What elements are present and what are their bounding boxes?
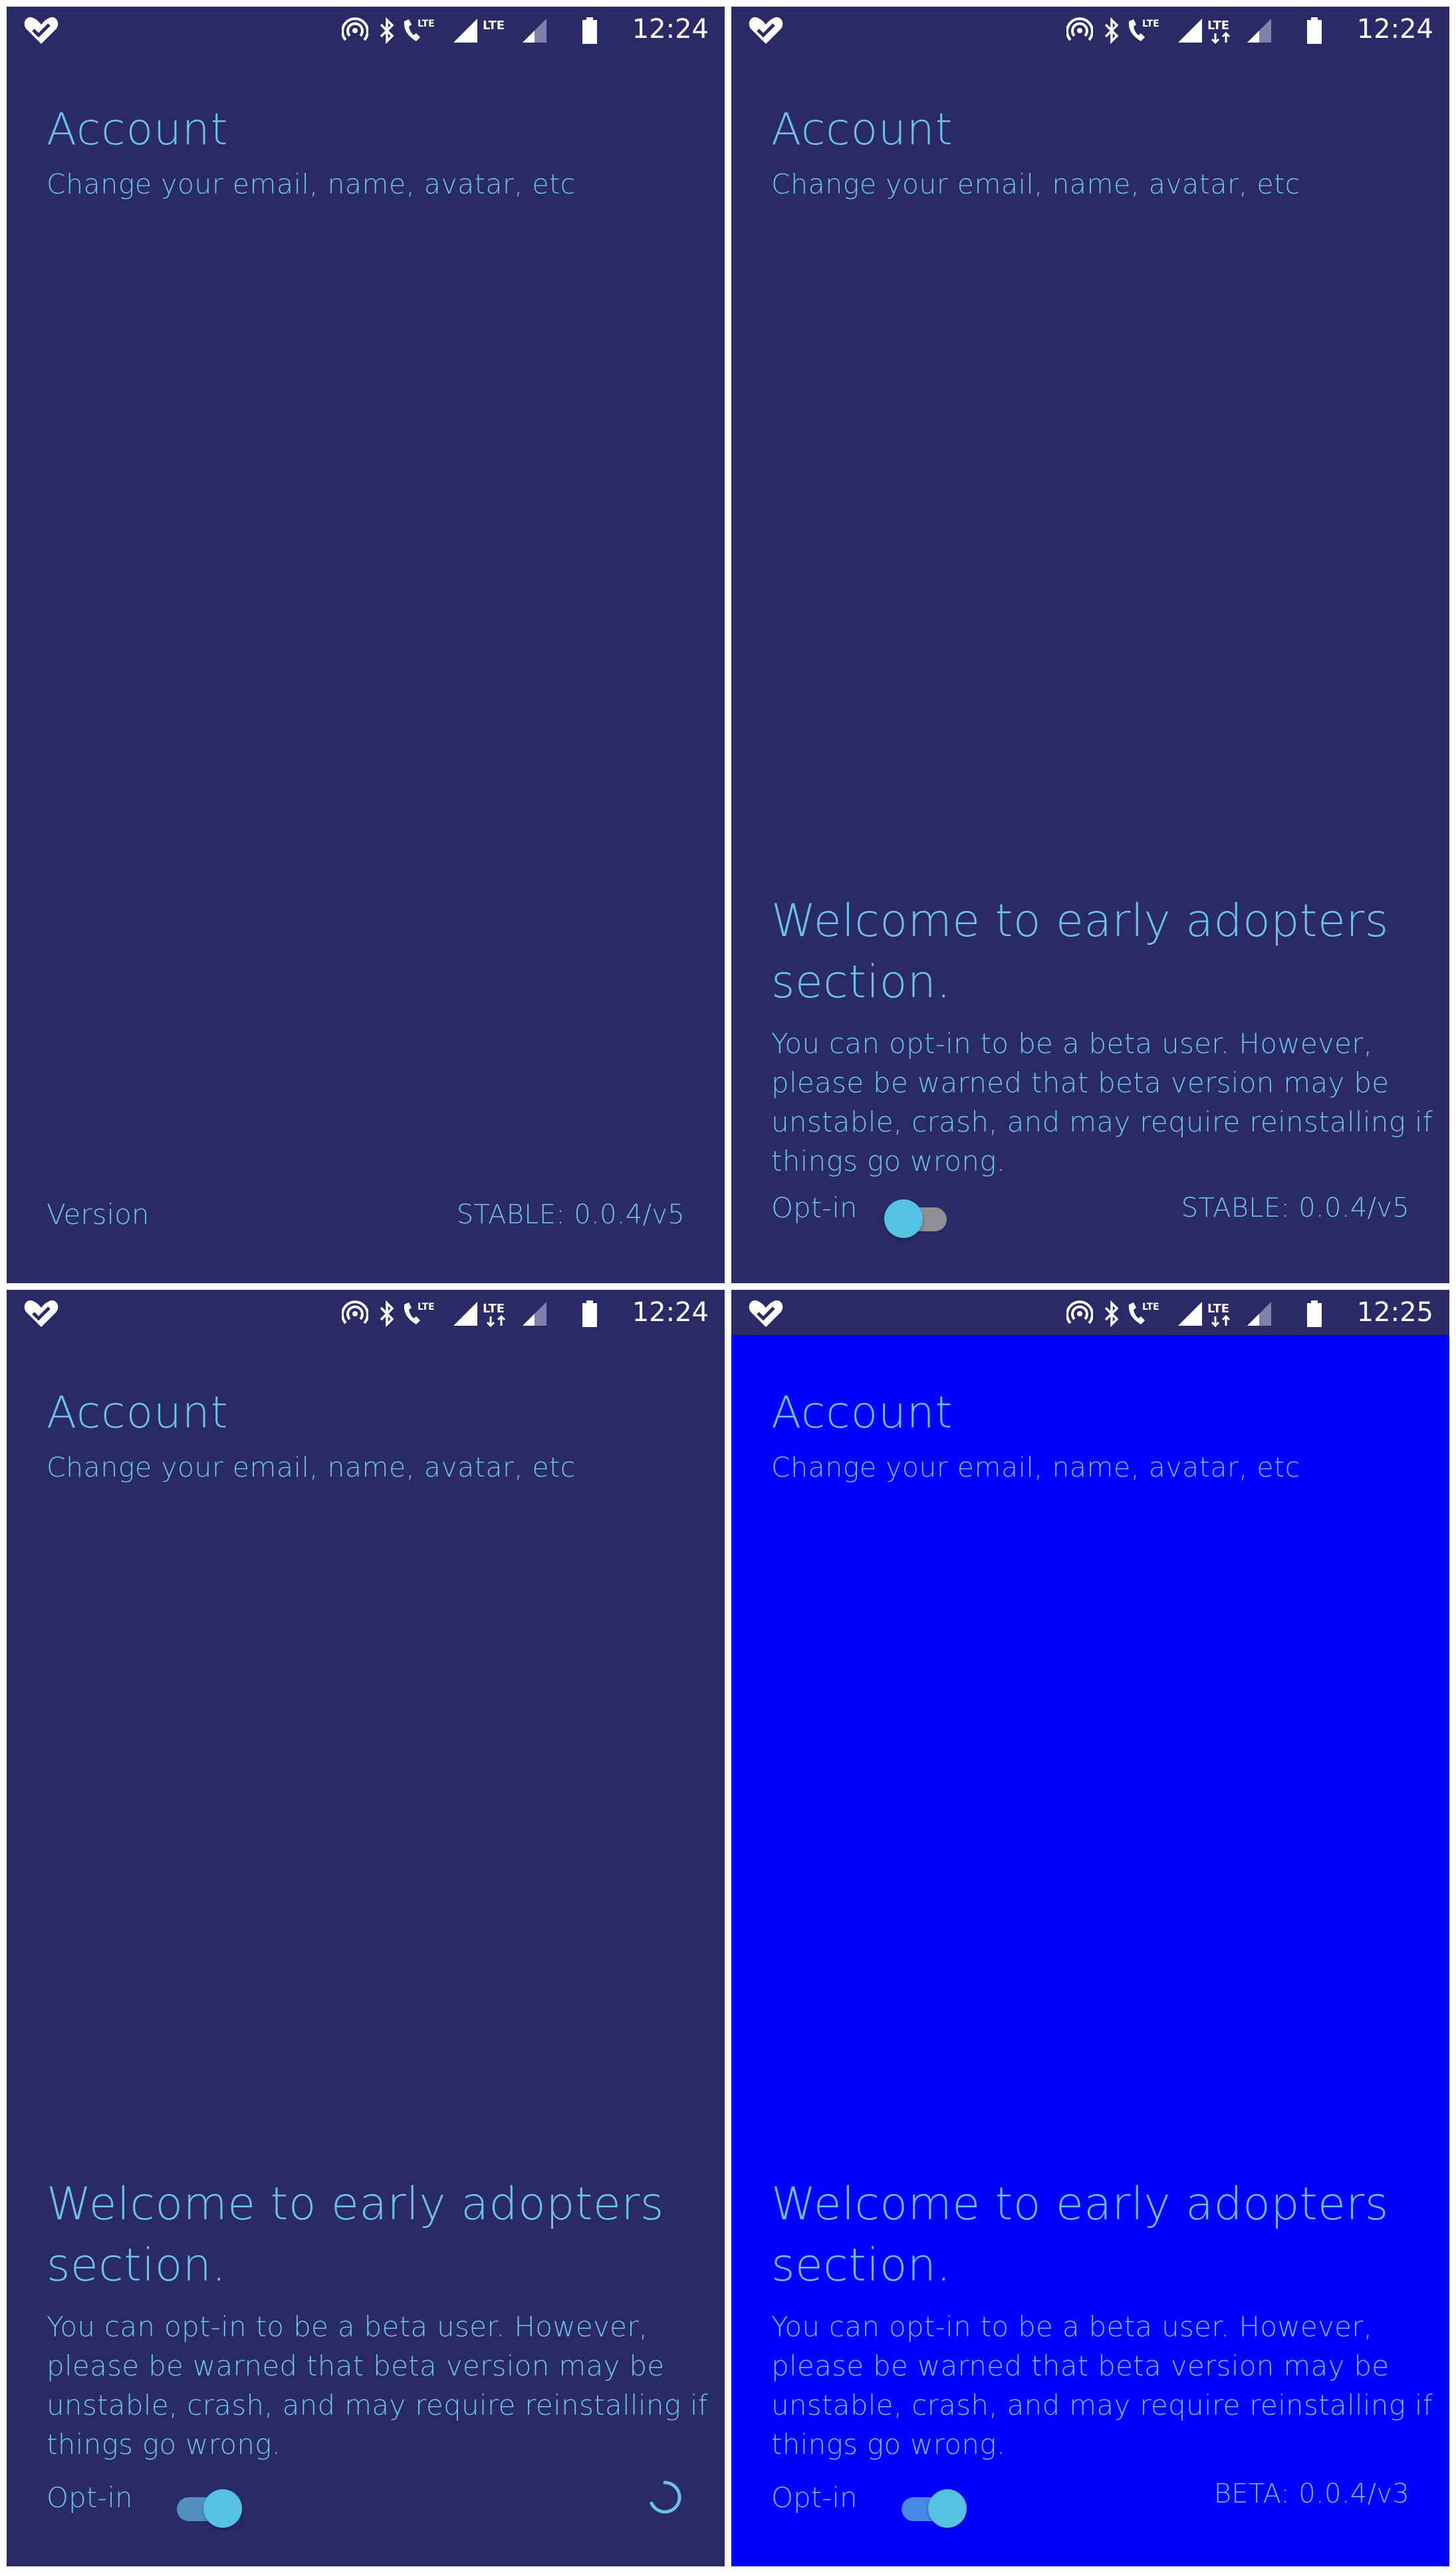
svg-text:LTE: LTE	[483, 19, 505, 33]
hotspot-icon	[1066, 17, 1093, 41]
page-title[interactable]: Account	[47, 103, 228, 156]
svg-text:LTE: LTE	[418, 1302, 435, 1312]
early-adopters-description: You can opt-in to be a beta user. Howeve…	[771, 1027, 1433, 1177]
page-subtitle[interactable]: Change your email, name, avatar, etc	[771, 166, 1300, 202]
opt-in-label: Opt-in	[47, 2481, 133, 2514]
toggle-thumb	[203, 2489, 242, 2528]
version-label: Version	[47, 1198, 150, 1231]
screen-opt-in-off: LTE LTE 12:24 Account Change your email,…	[731, 7, 1449, 1283]
heart-check-icon	[749, 17, 783, 44]
opt-in-toggle[interactable]	[173, 2489, 242, 2528]
signal-weak-icon	[523, 1302, 546, 1326]
signal-icon	[1178, 19, 1202, 43]
version-value: BETA: 0.0.4/v3	[1213, 2479, 1409, 2509]
early-adopters-description: You can opt-in to be a beta user. Howeve…	[771, 2310, 1433, 2461]
bluetooth-icon	[380, 17, 394, 44]
page-subtitle[interactable]: Change your email, name, avatar, etc	[47, 166, 576, 202]
svg-text:LTE: LTE	[1207, 19, 1229, 33]
version-value: STABLE: 0.0.4/v5	[456, 1199, 685, 1230]
lte-data-icon: LTE	[483, 1302, 506, 1327]
battery-icon	[1307, 17, 1322, 44]
signal-icon	[453, 19, 477, 43]
lte-data-icon: LTE	[1207, 1302, 1231, 1327]
lte-call-icon: LTE	[1128, 1302, 1159, 1324]
hotspot-icon	[1066, 1300, 1093, 1324]
hotspot-icon	[342, 1300, 368, 1324]
lte-call-icon: LTE	[404, 1302, 435, 1324]
status-time: 12:25	[1356, 1297, 1433, 1328]
battery-icon	[1307, 1300, 1322, 1327]
status-bar: LTE LTE 12:24	[7, 1290, 725, 1335]
signal-weak-icon	[523, 19, 546, 43]
page-title[interactable]: Account	[771, 103, 953, 156]
bluetooth-icon	[1104, 17, 1119, 44]
battery-icon	[582, 17, 597, 44]
opt-in-label: Opt-in	[771, 2481, 858, 2514]
page-subtitle[interactable]: Change your email, name, avatar, etc	[47, 1449, 576, 1485]
lte-data-icon: LTE	[483, 19, 505, 33]
bluetooth-icon	[380, 1300, 394, 1327]
heart-check-icon	[24, 17, 59, 44]
status-bar: LTE LTE 12:25	[731, 1290, 1449, 1335]
early-adopters-heading: Welcome to early adopters section.	[771, 2178, 1389, 2292]
early-adopters-description: You can opt-in to be a beta user. Howeve…	[47, 2310, 708, 2461]
bluetooth-icon	[1104, 1300, 1119, 1327]
signal-weak-icon	[1247, 1302, 1271, 1326]
status-time: 12:24	[1356, 14, 1433, 45]
status-time: 12:24	[632, 1297, 709, 1328]
page-title[interactable]: Account	[47, 1386, 228, 1439]
status-bar: LTE LTE 12:24	[731, 7, 1449, 52]
lte-call-icon: LTE	[404, 19, 435, 41]
page-title[interactable]: Account	[771, 1386, 953, 1439]
early-adopters-heading: Welcome to early adopters section.	[47, 2178, 664, 2292]
status-time: 12:24	[632, 14, 709, 45]
signal-icon	[453, 1302, 477, 1326]
opt-in-label: Opt-in	[771, 1191, 858, 1224]
screen-beta-version: LTE LTE 12:25 Account Change your email,…	[731, 1290, 1449, 2566]
opt-in-toggle[interactable]	[884, 1199, 951, 1238]
svg-text:LTE: LTE	[1142, 19, 1159, 29]
toggle-thumb	[928, 2489, 967, 2528]
signal-icon	[1178, 1302, 1202, 1326]
status-bar: LTE LTE 12:24	[7, 7, 725, 52]
svg-text:LTE: LTE	[418, 19, 435, 29]
heart-check-icon	[749, 1300, 783, 1327]
lte-call-icon: LTE	[1128, 19, 1159, 41]
screen-opt-in-loading: LTE LTE 12:24 Account Change your email,…	[7, 1290, 725, 2566]
lte-data-icon: LTE	[1207, 19, 1231, 44]
opt-in-toggle[interactable]	[898, 2489, 967, 2528]
heart-check-icon	[24, 1300, 59, 1327]
page-subtitle[interactable]: Change your email, name, avatar, etc	[771, 1449, 1300, 1485]
svg-text:LTE: LTE	[483, 1302, 505, 1316]
hotspot-icon	[342, 17, 368, 41]
toggle-thumb	[884, 1199, 923, 1238]
early-adopters-heading: Welcome to early adopters section.	[771, 895, 1389, 1009]
svg-text:LTE: LTE	[1142, 1302, 1159, 1312]
battery-icon	[582, 1300, 597, 1327]
signal-weak-icon	[1247, 19, 1271, 43]
version-value: STABLE: 0.0.4/v5	[1181, 1193, 1409, 1223]
svg-text:LTE: LTE	[1207, 1302, 1229, 1316]
screen-stable-version: LTE LTE 12:24 Account Change your email,…	[7, 7, 725, 1283]
loading-spinner-icon	[650, 2481, 681, 2514]
